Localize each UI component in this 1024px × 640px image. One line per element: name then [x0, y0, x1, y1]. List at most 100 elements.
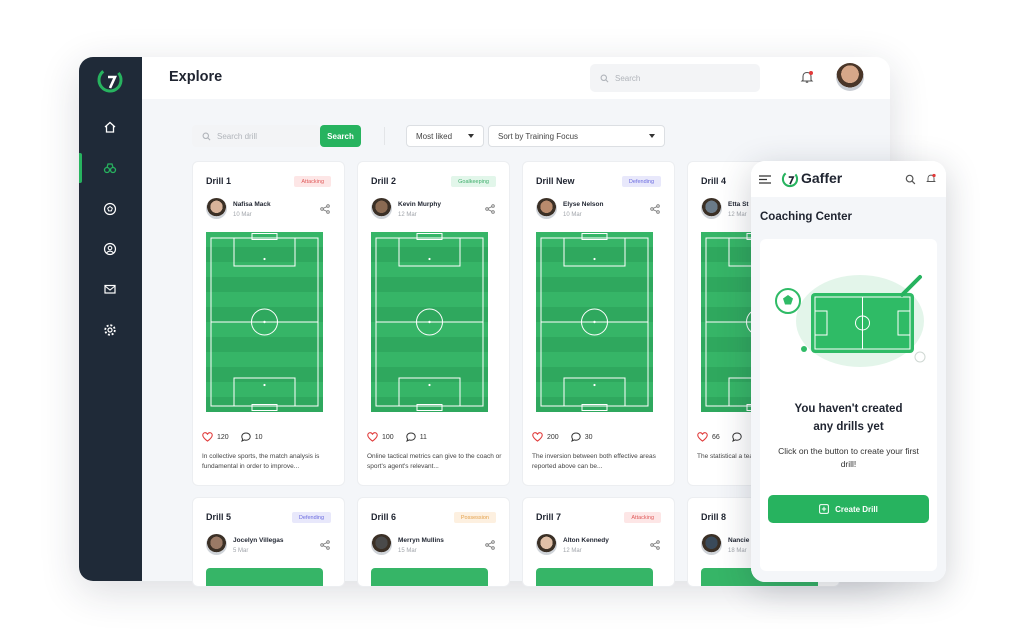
empty-state-subtitle: Click on the button to create your first… [778, 446, 919, 469]
notification-bell-icon[interactable] [925, 172, 937, 185]
drill-description: The inversion between both effective are… [532, 453, 656, 470]
drill-card[interactable]: Drill 5 Defending Jocelyn Villegas 5 Mar [192, 497, 345, 587]
comments-count: 10 [254, 433, 263, 441]
author-avatar [701, 534, 722, 555]
drill-title: Drill 4 [701, 176, 727, 186]
hamburger-menu-icon[interactable] [759, 175, 771, 184]
empty-state-card: You haven't created any drills yet Click… [760, 239, 937, 571]
author-avatar [371, 534, 392, 555]
drill-card[interactable]: Drill 1 Attacking Nafisa Mack 10 Mar 120 … [192, 161, 345, 486]
pitch-diagram [206, 232, 323, 412]
share-icon[interactable] [650, 204, 660, 214]
drill-title: Drill 7 [536, 512, 562, 522]
drill-date: 18 Mar [728, 548, 747, 554]
drill-card[interactable]: Drill 2 Goalkeeping Kevin Murphy 12 Mar 1… [357, 161, 510, 486]
global-search-placeholder: Search [615, 73, 641, 83]
card-stats: 100 11 [367, 432, 427, 442]
drill-card[interactable]: Drill New Defending Elyse Nelson 10 Mar 2… [522, 161, 675, 486]
global-search-input[interactable]: Search [590, 64, 760, 92]
search-icon[interactable] [905, 174, 916, 185]
share-icon[interactable] [485, 204, 495, 214]
focus-badge: Goalkeeping [451, 176, 496, 187]
home-icon[interactable] [101, 118, 119, 136]
drill-description: Online tactical metrics can give to the … [367, 453, 502, 470]
top-bar: Explore Search [142, 57, 890, 99]
focus-badge: Possession [453, 512, 496, 523]
plus-square-icon [819, 504, 830, 514]
drill-card[interactable]: Drill 6 Possession Merryn Mullins 15 Mar [357, 497, 510, 587]
author-name: Nafisa Mack [233, 201, 271, 208]
author-name: Merryn Mullins [398, 537, 444, 544]
drill-date: 12 Mar [563, 548, 582, 554]
likes-count: 66 [712, 433, 720, 441]
drill-title: Drill 5 [206, 512, 232, 522]
mobile-top-bar: Gaffer [751, 161, 946, 197]
author-avatar [701, 198, 722, 219]
heart-icon[interactable] [202, 432, 213, 442]
pitch-diagram [371, 568, 488, 586]
drill-title: Drill 8 [701, 512, 727, 522]
share-icon[interactable] [650, 540, 660, 550]
drill-date: 5 Mar [233, 548, 249, 554]
drill-title: Drill New [536, 176, 575, 186]
comment-icon[interactable] [731, 432, 742, 442]
sort-focus-value: Sort by Training Focus [498, 131, 579, 141]
empty-state-illustration [775, 275, 926, 367]
gaffer-logo-icon[interactable] [96, 66, 124, 94]
author-name: Jocelyn Villegas [233, 537, 284, 544]
drill-title: Drill 6 [371, 512, 397, 522]
drill-date: 15 Mar [398, 548, 417, 554]
comment-icon[interactable] [570, 432, 581, 442]
user-avatar[interactable] [836, 63, 864, 91]
binoculars-icon[interactable] [101, 159, 119, 177]
author-avatar [206, 198, 227, 219]
create-drill-button[interactable]: Create Drill [768, 495, 929, 523]
search-icon [202, 132, 211, 140]
author-name: Kevin Murphy [398, 201, 441, 208]
search-icon [600, 74, 609, 82]
drill-date: 10 Mar [563, 212, 582, 218]
notification-bell-icon[interactable] [799, 69, 815, 85]
drill-description: In collective sports, the match analysis… [202, 453, 320, 470]
card-stats: 66 [697, 432, 746, 442]
heart-icon[interactable] [697, 432, 708, 442]
share-icon[interactable] [320, 204, 330, 214]
heart-icon[interactable] [532, 432, 543, 442]
drill-search-input[interactable]: Search drill [192, 125, 320, 147]
search-button[interactable]: Search [320, 125, 361, 147]
comment-icon[interactable] [405, 432, 416, 442]
author-name: Nancie [728, 537, 750, 544]
share-icon[interactable] [320, 540, 330, 550]
share-icon[interactable] [485, 540, 495, 550]
drill-date: 12 Mar [398, 212, 417, 218]
gear-icon[interactable] [101, 321, 119, 339]
drill-date: 12 Mar [728, 212, 747, 218]
nav-active-indicator [79, 153, 82, 183]
sort-focus-select[interactable]: Sort by Training Focus [488, 125, 665, 147]
soccer-ball-icon[interactable] [101, 200, 119, 218]
coaching-center-body: Coaching Center You haven't created any … [751, 197, 946, 582]
pitch-diagram [206, 568, 323, 586]
likes-count: 120 [217, 433, 229, 441]
sidebar [79, 57, 142, 581]
pitch-diagram [536, 568, 653, 586]
comments-count: 30 [584, 433, 593, 441]
gaffer-logo-icon [781, 170, 799, 188]
heart-icon[interactable] [367, 432, 378, 442]
focus-badge: Defending [291, 512, 331, 523]
author-name: Alton Kennedy [563, 537, 609, 544]
author-name: Elyse Nelson [563, 201, 604, 208]
page-title: Explore [169, 69, 223, 85]
drill-card[interactable]: Drill 7 Attacking Alton Kennedy 12 Mar [522, 497, 675, 587]
drill-title: Drill 2 [371, 176, 397, 186]
drill-search-placeholder: Search drill [217, 131, 258, 141]
mail-icon[interactable] [101, 280, 119, 298]
sort-liked-select[interactable]: Most liked [406, 125, 484, 147]
author-avatar [536, 534, 557, 555]
create-drill-label: Create Drill [835, 504, 878, 514]
comment-icon[interactable] [240, 432, 251, 442]
empty-state-title-line2: any drills yet [813, 421, 884, 433]
drill-title: Drill 1 [206, 176, 232, 186]
drill-date: 10 Mar [233, 212, 252, 218]
user-circle-icon[interactable] [101, 240, 119, 258]
